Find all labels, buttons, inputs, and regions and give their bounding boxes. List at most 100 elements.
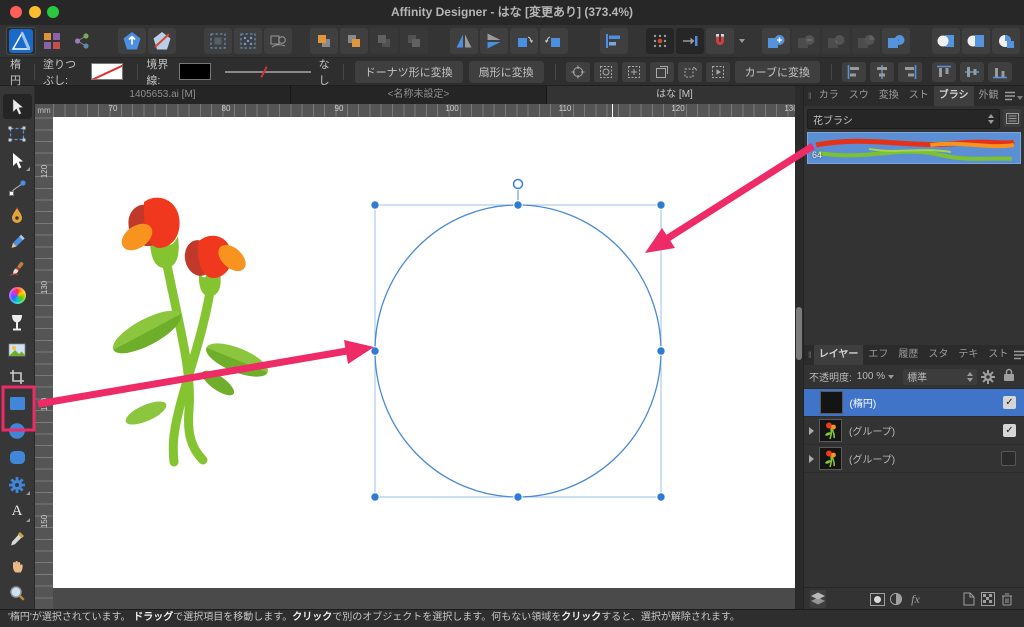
category-stepper[interactable] xyxy=(988,114,994,124)
magnet-icon[interactable] xyxy=(706,28,734,54)
new-pixel-layer-icon[interactable] xyxy=(980,590,996,608)
move-forward-button[interactable] xyxy=(340,28,368,54)
tab-colour[interactable]: カラ xyxy=(814,86,844,106)
align-middle-icon[interactable] xyxy=(960,61,984,82)
convert-play-icon[interactable] xyxy=(705,61,730,82)
trash-icon[interactable] xyxy=(999,590,1015,608)
boolean-combine-icon[interactable] xyxy=(882,28,910,54)
mask-layer-icon[interactable] xyxy=(869,590,885,608)
boolean-add-icon[interactable] xyxy=(762,28,790,54)
pen-tool[interactable] xyxy=(3,202,32,227)
pencil-tool[interactable] xyxy=(3,229,32,254)
align-right-icon[interactable] xyxy=(898,61,922,82)
minimize-window-button[interactable] xyxy=(29,6,41,18)
blend-mode-select[interactable]: 標準 xyxy=(903,368,978,385)
move-backward-button[interactable] xyxy=(370,28,398,54)
rotate-selection-icon[interactable] xyxy=(677,61,702,82)
assets-icon[interactable] xyxy=(38,28,66,54)
vector-crop-tool[interactable] xyxy=(3,364,32,389)
hamburger-menu-icon[interactable] xyxy=(1013,350,1024,360)
magnet-dropdown-caret[interactable] xyxy=(739,39,745,43)
selected-ellipse[interactable] xyxy=(370,178,666,502)
insert-behind-icon[interactable] xyxy=(932,28,960,54)
panel-drag-handle[interactable]: ‖ xyxy=(806,350,814,360)
snap-bounds-button[interactable] xyxy=(204,28,232,54)
flip-vertical-icon[interactable] xyxy=(480,28,508,54)
flower-artwork[interactable] xyxy=(107,197,272,467)
move-by-whole-pixels-button[interactable] xyxy=(676,28,704,54)
custom-shape-tool[interactable] xyxy=(3,472,32,497)
tab-layers[interactable]: レイヤー xyxy=(813,345,864,365)
insert-inside-icon[interactable] xyxy=(992,28,1020,54)
insert-on-top-icon[interactable] xyxy=(962,28,990,54)
tab-history[interactable]: 履歴 xyxy=(893,345,923,365)
brush-item-64[interactable]: 64 xyxy=(807,132,1021,164)
layer-row-group-1[interactable]: (グループ) ✓ xyxy=(804,417,1024,445)
move-to-front-button[interactable] xyxy=(310,28,338,54)
move-tool[interactable] xyxy=(2,94,32,119)
fx-icon[interactable]: fx xyxy=(907,590,923,608)
layer-row-ellipse[interactable]: (楕円) ✓ xyxy=(804,389,1024,417)
align-bottom-icon[interactable] xyxy=(988,61,1012,82)
new-layer-icon[interactable] xyxy=(961,590,977,608)
vector-persona-button[interactable] xyxy=(118,28,146,54)
tab-transform[interactable]: 変換 xyxy=(874,86,904,106)
layer-visibility-checkbox[interactable]: ✓ xyxy=(1003,396,1016,409)
scrollbar-thumb[interactable] xyxy=(796,307,802,360)
selection-handles[interactable] xyxy=(370,200,666,502)
fill-swatch[interactable] xyxy=(91,63,124,80)
brush-category-select[interactable]: 花ブラシ xyxy=(807,109,1000,129)
view-tool[interactable] xyxy=(3,553,32,578)
document-tab-2[interactable]: <名称未設定> xyxy=(291,86,547,104)
transparency-tool[interactable] xyxy=(3,310,32,335)
color-picker-tool[interactable] xyxy=(3,526,32,551)
panel-drag-handle[interactable]: ‖ xyxy=(806,91,814,101)
pixel-persona-button[interactable] xyxy=(148,28,176,54)
layer-visibility-checkbox[interactable]: ✓ xyxy=(1003,424,1016,437)
tab-swatches[interactable]: スウ xyxy=(844,86,874,106)
tab-text[interactable]: テキ xyxy=(953,345,983,365)
blend-stepper[interactable] xyxy=(967,371,974,382)
zoom-window-button[interactable] xyxy=(47,6,59,18)
snap-grid-button[interactable] xyxy=(234,28,262,54)
layer-row-group-2[interactable]: (グループ) xyxy=(804,445,1024,473)
opacity-value[interactable]: 100 % xyxy=(857,371,885,382)
document-tab-1[interactable]: 1405653.ai [M] xyxy=(35,86,291,104)
app-logo-icon[interactable] xyxy=(6,27,36,55)
boolean-divide-icon[interactable] xyxy=(852,28,880,54)
place-image-tool[interactable] xyxy=(3,337,32,362)
gear-icon[interactable] xyxy=(981,369,995,384)
artboard-tool[interactable] xyxy=(3,121,32,146)
snap-shapes-button[interactable] xyxy=(264,28,292,54)
close-window-button[interactable] xyxy=(10,6,22,18)
layers-stack-icon[interactable] xyxy=(810,590,827,608)
tab-appearance[interactable]: 外観 xyxy=(974,86,1004,106)
layer-visibility-checkbox[interactable] xyxy=(1001,451,1016,466)
adjustment-layer-icon[interactable] xyxy=(888,590,904,608)
brush-list-view-button[interactable] xyxy=(1003,109,1021,127)
fill-tool[interactable] xyxy=(3,283,32,308)
duplicate-box-icon[interactable] xyxy=(649,61,674,82)
zoom-tool[interactable] xyxy=(3,580,32,605)
document-tab-active[interactable]: はな [M] xyxy=(547,86,803,104)
flip-horizontal-icon[interactable] xyxy=(450,28,478,54)
rotation-handle[interactable] xyxy=(512,178,524,190)
convert-to-curves-button[interactable]: カーブに変換 xyxy=(734,60,820,83)
alignment-button[interactable] xyxy=(600,28,628,54)
lock-icon[interactable] xyxy=(1003,368,1015,385)
hamburger-menu-icon[interactable] xyxy=(1004,91,1023,101)
boolean-subtract-icon[interactable] xyxy=(792,28,820,54)
tab-brushes[interactable]: ブラシ xyxy=(933,86,974,106)
point-transform-tool[interactable] xyxy=(3,175,32,200)
move-to-back-button[interactable] xyxy=(400,28,428,54)
stroke-width-slider[interactable] xyxy=(224,65,311,78)
convert-to-donut-button[interactable]: ドーナツ形に変換 xyxy=(354,60,463,83)
align-left-icon[interactable] xyxy=(842,61,866,82)
transform-objects-icon[interactable] xyxy=(621,61,646,82)
align-top-icon[interactable] xyxy=(932,61,956,82)
canvas-vertical-scrollbar[interactable] xyxy=(795,86,803,610)
rectangle-tool[interactable] xyxy=(3,391,32,416)
tab-stroke[interactable]: スト xyxy=(904,86,934,106)
canvas-viewport[interactable] xyxy=(53,117,795,610)
tab-stock[interactable]: スト xyxy=(983,345,1013,365)
